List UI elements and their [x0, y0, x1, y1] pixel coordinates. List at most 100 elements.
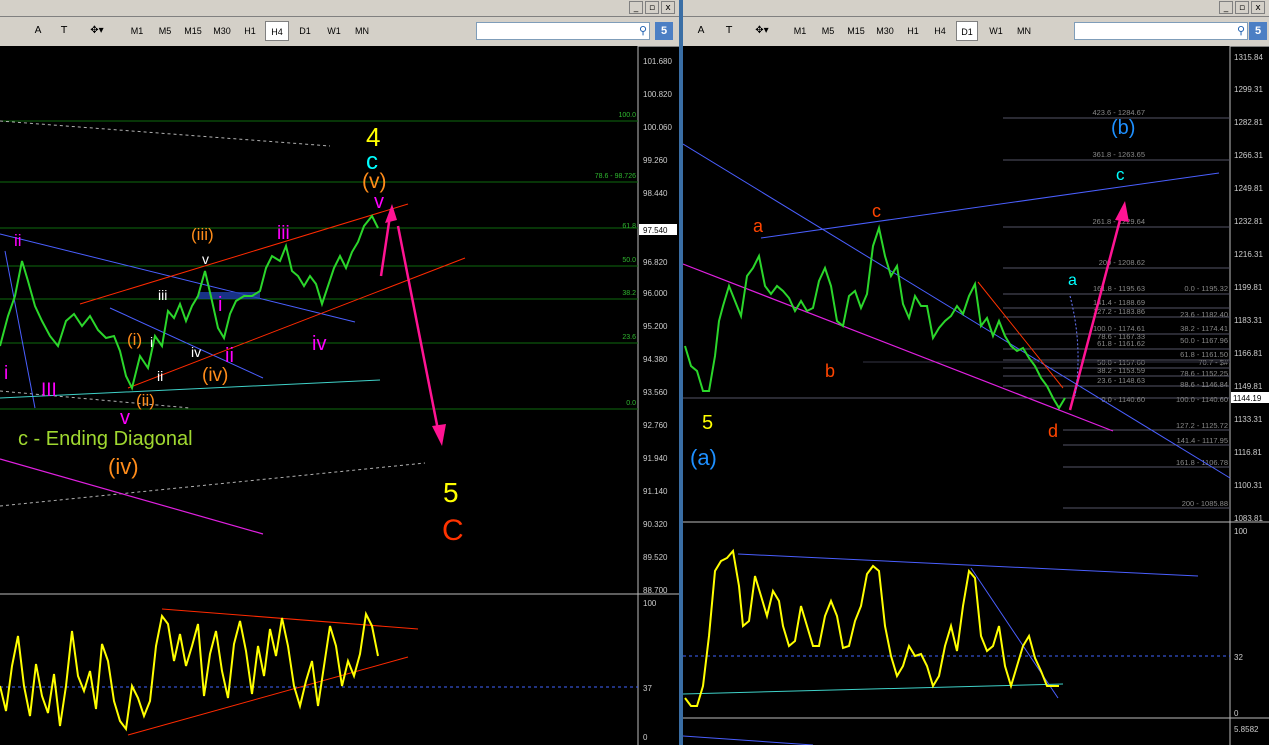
minimize-button[interactable]: _: [629, 1, 643, 14]
current-price-label: 1144.19: [1233, 394, 1262, 403]
wave-ii-white: ii: [157, 368, 163, 384]
timeframe-m30[interactable]: M30: [872, 21, 898, 41]
price-tick: 1216.31: [1234, 250, 1263, 259]
fib-ext-label: 0.0 - 1140.60: [1101, 395, 1145, 404]
left-window-titlebar: _ ▫ x: [0, 0, 679, 17]
fib-level-618: 61.8: [622, 223, 636, 230]
timeframe-d1[interactable]: D1: [294, 21, 316, 41]
wave-a-cyan-label: a: [1068, 272, 1077, 289]
left-chart-toolbar: A T ✥▾ M1 M5 M15 M30 H1 H4 D1 W1 MN ⚲ 5: [0, 17, 679, 47]
price-tick: 1166.81: [1234, 349, 1263, 358]
wave-a-paren-label: (a): [690, 445, 717, 470]
fib-ext-label: 38.2 - 1153.59: [1097, 366, 1145, 375]
right-chart-toolbar: A T ✥▾ M1 M5 M15 M30 H1 H4 D1 W1 MN ⚲ 5: [683, 17, 1269, 47]
timeframe-mn[interactable]: MN: [1012, 21, 1036, 41]
minimize-button[interactable]: _: [1219, 1, 1233, 14]
fib-retrace-label: 23.6 - 1182.40: [1180, 310, 1228, 319]
timeframe-d1[interactable]: D1: [956, 21, 978, 41]
timeframe-m1[interactable]: M1: [788, 21, 812, 41]
wave-C-label: C: [442, 514, 464, 547]
fib-retrace-label: 78.6 - 1152.25: [1180, 369, 1228, 378]
right-price-chart: 1315.84 1299.31 1282.81 1266.31 1249.81 …: [683, 46, 1269, 745]
timeframe-w1[interactable]: W1: [984, 21, 1008, 41]
fib-retrace-label: 88.6 - 1146.84: [1180, 380, 1228, 389]
text-tool-button[interactable]: T: [56, 21, 72, 41]
wave-i-paren-label: (i): [127, 330, 142, 349]
wave-c-cyan-label: c: [1116, 165, 1125, 184]
price-tick: 1249.81: [1234, 184, 1263, 193]
restore-button[interactable]: ▫: [1235, 1, 1249, 14]
right-window-titlebar: _ ▫ x: [683, 0, 1269, 17]
timeframe-m15[interactable]: M15: [843, 21, 869, 41]
osc-tick: 0: [1234, 709, 1239, 718]
restore-button[interactable]: ▫: [645, 1, 659, 14]
fib-ext-label: 141.4 - 1188.69: [1093, 298, 1145, 307]
search-icon[interactable]: ⚲: [1237, 24, 1245, 37]
price-tick: 91.140: [643, 487, 668, 496]
price-tick: 101.680: [643, 57, 672, 66]
fib-ext-label: 200 - 1208.62: [1099, 258, 1145, 267]
search-icon[interactable]: ⚲: [639, 24, 647, 37]
timeframe-h1[interactable]: H1: [902, 21, 924, 41]
timeframe-m30[interactable]: M30: [209, 21, 235, 41]
text-tool-button[interactable]: T: [721, 21, 737, 41]
timeframe-m15[interactable]: M15: [180, 21, 206, 41]
current-price-label: 97.540: [643, 226, 668, 235]
price-tick: 96.000: [643, 289, 668, 298]
price-tick: 95.200: [643, 322, 668, 331]
wave-i-magenta: i: [218, 294, 222, 316]
wave-iv-white: iv: [191, 344, 201, 360]
timeframe-m5[interactable]: M5: [816, 21, 840, 41]
text-label-tool-button[interactable]: A: [693, 21, 709, 41]
price-tick: 1149.81: [1234, 382, 1263, 391]
timeframe-m1[interactable]: M1: [125, 21, 149, 41]
right-chart-window: _ ▫ x A T ✥▾ M1 M5 M15 M30 H1 H4 D1 W1 M…: [683, 0, 1269, 745]
close-button[interactable]: x: [661, 1, 675, 14]
fib-level-236: 23.6: [622, 334, 636, 341]
price-tick: 1266.31: [1234, 151, 1263, 160]
price-tick: 1199.81: [1234, 283, 1263, 292]
price-tick: 100.060: [643, 123, 672, 132]
wave-iv-big-label: (iv): [108, 454, 139, 479]
fib-level-50: 50.0: [622, 257, 636, 264]
osc-tick: 100: [1234, 527, 1248, 536]
price-tick: 1183.31: [1234, 316, 1263, 325]
wave-a-red-label: a: [753, 216, 764, 236]
wave-v-magenta-bottom: v: [120, 407, 130, 429]
timeframe-m5[interactable]: M5: [153, 21, 177, 41]
price-tick: 1315.84: [1234, 53, 1263, 62]
fib-lower-label: 161.8 - 1106.78: [1176, 458, 1228, 467]
search-input[interactable]: ⚲: [476, 22, 650, 40]
price-tick: 88.700: [643, 586, 668, 595]
wave-v-white: v: [202, 251, 209, 267]
timeframe-mn[interactable]: MN: [350, 21, 374, 41]
timeframe-h4[interactable]: H4: [929, 21, 951, 41]
wave-ii-magenta: ii: [14, 231, 22, 250]
timeframe-h4[interactable]: H4: [265, 21, 289, 41]
wave-iii-paren-label: (iii): [191, 225, 214, 244]
wave-d-red-label: d: [1048, 421, 1058, 441]
arrow-tool-button[interactable]: ✥▾: [84, 21, 110, 41]
timeframe-h1[interactable]: H1: [239, 21, 261, 41]
close-button[interactable]: x: [1251, 1, 1265, 14]
fib-ext-label: 127.2 - 1183.86: [1093, 307, 1145, 316]
price-tick: 90.320: [643, 520, 668, 529]
wave-i-left-magenta: i: [4, 363, 8, 384]
notification-badge[interactable]: 5: [655, 22, 673, 40]
left-price-chart: 100.0 78.6 - 98.726 61.8 50.0 38.2 23.6 …: [0, 46, 679, 745]
fib-ext-label: 361.8 - 1263.65: [1092, 150, 1145, 159]
arrow-tool-button[interactable]: ✥▾: [749, 21, 775, 41]
text-label-tool-button[interactable]: A: [30, 21, 46, 41]
wave-5-label: 5: [702, 412, 713, 434]
fib-lower-label: 141.4 - 1117.95: [1177, 436, 1228, 445]
fib-retrace-label: 0.0 - 1195.32: [1184, 284, 1228, 293]
search-input[interactable]: ⚲: [1074, 22, 1248, 40]
notification-badge[interactable]: 5: [1249, 22, 1267, 40]
timeframe-w1[interactable]: W1: [322, 21, 346, 41]
wave-b-paren-label: (b): [1111, 117, 1135, 139]
price-tick: 1299.31: [1234, 85, 1263, 94]
wave-v-magenta-top: v: [374, 191, 384, 213]
fib-level-0: 0.0: [626, 400, 636, 407]
wave-iv-paren-label: (iv): [202, 365, 228, 386]
fib-retrace-label: 100.0 - 1140.60: [1176, 395, 1228, 404]
